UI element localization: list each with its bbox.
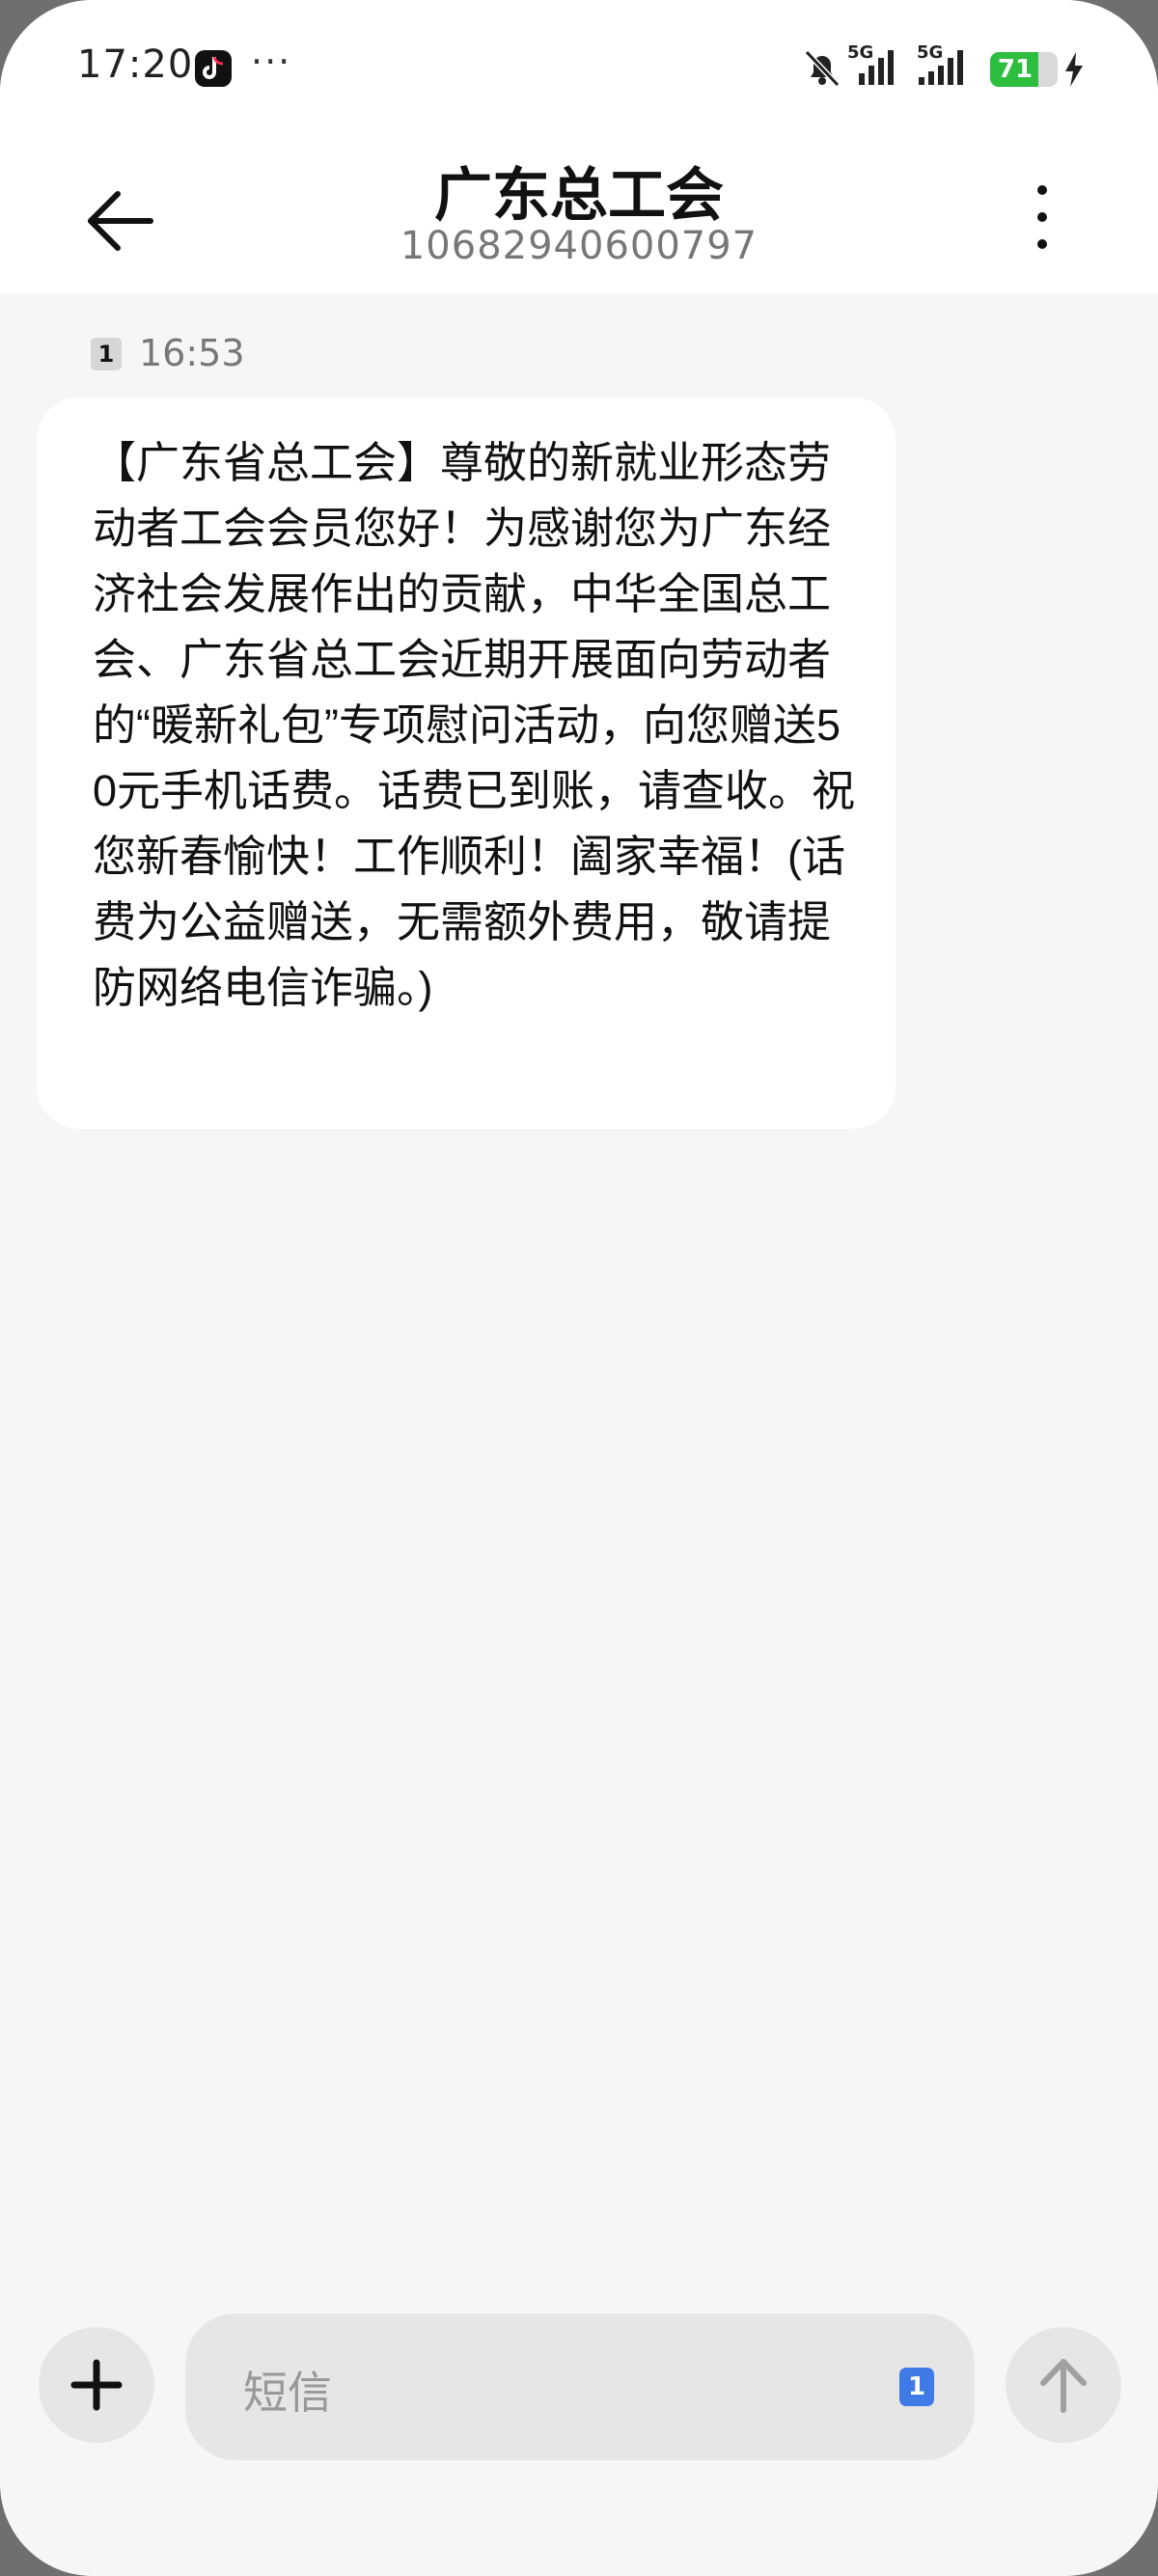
message-time: 16:53 <box>139 332 245 374</box>
battery-icon: 71 <box>990 52 1058 87</box>
message-bubble[interactable]: 【广东省总工会】尊敬的新就业形态劳动者工会会员您好！为感谢您为广东经济社会发展作… <box>37 397 896 1129</box>
status-bar: 17:20 ··· 5G 5G 71 <box>0 0 1158 135</box>
sms-input[interactable]: 短信 1 <box>185 2314 975 2460</box>
notification-more-icon: ··· <box>251 41 292 83</box>
sms-placeholder: 短信 <box>243 2367 332 2419</box>
send-button[interactable] <box>1006 2327 1121 2443</box>
sim-select-icon[interactable]: 1 <box>899 2368 934 2406</box>
plus-icon <box>70 2359 123 2411</box>
message-text: 【广东省总工会】尊敬的新就业形态劳动者工会会员您好！为感谢您为广东经济社会发展作… <box>93 438 856 1012</box>
attach-button[interactable] <box>39 2327 154 2443</box>
battery-percent: 71 <box>997 55 1034 84</box>
sim-1-icon: 1 <box>91 338 122 370</box>
tiktok-icon <box>195 50 232 87</box>
phone-screen: 17:20 ··· 5G 5G 71 广东总工会 10682940600797 … <box>0 0 1158 2576</box>
status-time: 17:20 <box>77 42 194 87</box>
charging-bolt-icon <box>1063 52 1085 91</box>
more-vertical-icon <box>1037 185 1047 249</box>
more-options-button[interactable] <box>1023 178 1062 256</box>
conversation-header: 广东总工会 10682940600797 <box>0 135 1158 294</box>
mute-bell-icon <box>801 46 843 93</box>
send-arrow-up-icon <box>1040 2359 1087 2413</box>
contact-title: 广东总工会 <box>434 162 724 230</box>
contact-number: 10682940600797 <box>400 224 758 268</box>
back-arrow-icon <box>88 191 153 251</box>
back-button[interactable] <box>79 178 156 256</box>
